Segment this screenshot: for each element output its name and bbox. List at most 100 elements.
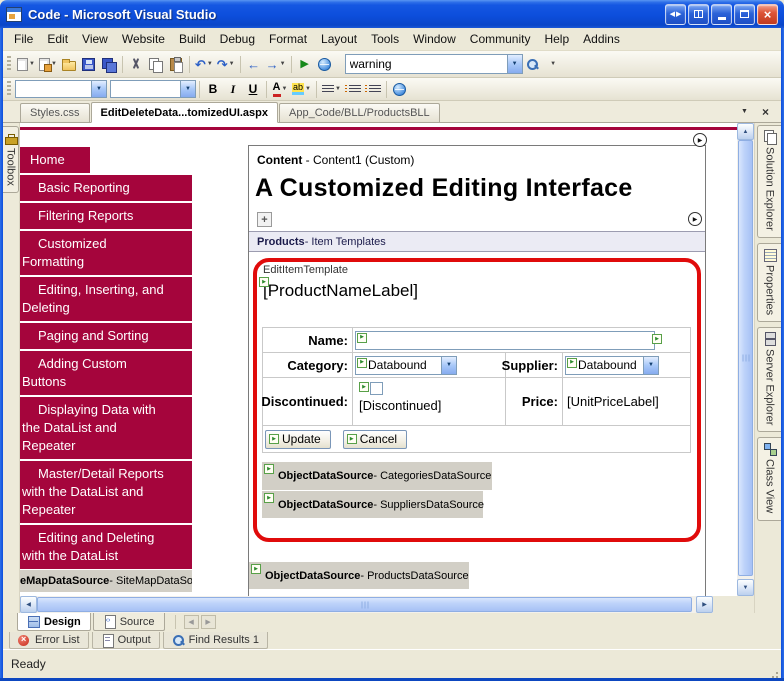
nav-item-editing-inserting-deleting[interactable]: Editing, Inserting, and Deleting	[20, 277, 192, 321]
category-dropdown[interactable]: Databound	[355, 356, 457, 375]
gridview-header-bar[interactable]: Products - Item Templates	[249, 231, 705, 252]
cut-button[interactable]	[126, 53, 146, 75]
window-layout-button[interactable]	[688, 4, 709, 25]
font-combo-input[interactable]	[111, 82, 180, 96]
undo-button[interactable]: ↶▼	[193, 53, 215, 75]
restore-button[interactable]	[734, 4, 755, 25]
minimize-button[interactable]	[711, 4, 732, 25]
nav-item-adding-custom-buttons[interactable]: Adding Custom Buttons	[20, 351, 192, 395]
sitemap-datasource-control[interactable]: eMapDataSource - SiteMapDataSource1	[20, 570, 192, 592]
find-results-tab[interactable]: Find Results 1	[163, 632, 268, 649]
dropdown-arrow-button[interactable]	[441, 357, 456, 374]
document-list-dropdown-button[interactable]: ▼	[737, 104, 752, 119]
tab-styles-css[interactable]: Styles.css	[20, 103, 90, 122]
navigate-backward-button[interactable]: ←	[244, 53, 264, 75]
nav-item-home[interactable]: Home	[20, 147, 90, 173]
nav-item-basic-reporting[interactable]: Basic Reporting	[20, 175, 192, 201]
combo-dropdown-button[interactable]	[507, 55, 522, 73]
redo-button[interactable]: ↷▼	[215, 53, 237, 75]
alignment-button[interactable]: ▼	[320, 78, 343, 100]
menu-item-layout[interactable]: Layout	[314, 29, 364, 49]
horizontal-scroll-thumb[interactable]	[37, 597, 692, 612]
paste-button[interactable]	[166, 53, 186, 75]
menu-item-format[interactable]: Format	[262, 29, 314, 49]
server-explorer-tab[interactable]: Server Explorer	[757, 327, 781, 432]
menu-item-edit[interactable]: Edit	[40, 29, 75, 49]
scroll-left-button[interactable]	[20, 596, 37, 613]
style-combo-input[interactable]	[16, 82, 91, 96]
solution-explorer-tab[interactable]: Solution Explorer	[757, 125, 781, 238]
content-smart-tag-button[interactable]	[693, 133, 707, 147]
underline-button[interactable]: U	[243, 78, 263, 100]
tag-nav-right-button[interactable]: ▶	[201, 615, 216, 629]
toolbar-overflow-button[interactable]: ▼	[543, 53, 563, 75]
tag-nav-left-button[interactable]: ◀	[184, 615, 199, 629]
vertical-scrollbar[interactable]	[737, 123, 754, 596]
design-view-tab[interactable]: Design	[17, 613, 91, 631]
hyperlink-button[interactable]	[390, 78, 410, 100]
scroll-right-button[interactable]	[696, 596, 713, 613]
highlight-button[interactable]: ab▼	[290, 78, 313, 100]
horizontal-scrollbar[interactable]	[20, 596, 713, 613]
bullet-list-button[interactable]	[343, 78, 363, 100]
tab-editdeletedatalist-aspx[interactable]: EditDeleteData...tomizedUI.aspx	[91, 102, 279, 123]
toolbar-grip[interactable]	[7, 81, 11, 97]
class-view-tab[interactable]: Class View	[757, 437, 781, 520]
scroll-up-button[interactable]	[737, 123, 754, 140]
products-datasource-control[interactable]: ObjectDataSource - ProductsDataSource	[249, 562, 469, 589]
nav-item-displaying-data[interactable]: Displaying Data with the DataList and Re…	[20, 397, 192, 459]
properties-tab[interactable]: Properties	[757, 243, 781, 322]
supplier-dropdown[interactable]: Databound	[565, 356, 659, 375]
product-name-label[interactable]: [ProductNameLabel]	[263, 281, 418, 301]
toolbox-tab[interactable]: Toolbox	[3, 126, 19, 193]
nav-item-master-detail[interactable]: Master/Detail Reports with the DataList …	[20, 461, 192, 523]
categories-datasource-control[interactable]: ObjectDataSource - CategoriesDataSource	[262, 462, 492, 490]
row-smart-glyph-icon[interactable]	[652, 334, 662, 344]
toolbar-grip[interactable]	[7, 56, 11, 72]
menu-item-view[interactable]: View	[75, 29, 115, 49]
bold-button[interactable]: B	[203, 78, 223, 100]
nav-pair-button[interactable]: ◀▶	[665, 4, 686, 25]
copy-button[interactable]	[146, 53, 166, 75]
dropdown-arrow-button[interactable]	[643, 357, 658, 374]
close-document-button[interactable]: ×	[758, 104, 773, 119]
style-combo[interactable]	[15, 80, 107, 98]
nav-item-paging-sorting[interactable]: Paging and Sorting	[20, 323, 192, 349]
add-new-item-button[interactable]: ▼	[37, 53, 59, 75]
menu-item-build[interactable]: Build	[172, 29, 213, 49]
numbered-list-button[interactable]	[363, 78, 383, 100]
nav-item-editing-deleting-datalist[interactable]: Editing and Deleting with the DataList	[20, 525, 192, 569]
menu-item-window[interactable]: Window	[406, 29, 463, 49]
output-tab[interactable]: Output	[92, 632, 160, 649]
navigate-forward-button[interactable]: →▼	[264, 53, 288, 75]
find-combo[interactable]	[345, 54, 523, 74]
error-list-tab[interactable]: Error List	[9, 632, 89, 649]
discontinued-checkbox[interactable]	[370, 382, 383, 395]
view-in-browser-button[interactable]	[315, 53, 335, 75]
menu-item-community[interactable]: Community	[463, 29, 538, 49]
start-debugging-button[interactable]: ▶	[295, 53, 315, 75]
menu-item-website[interactable]: Website	[115, 29, 172, 49]
menu-item-addins[interactable]: Addins	[576, 29, 627, 49]
update-button[interactable]: Update	[265, 430, 331, 449]
new-project-button[interactable]: ▼	[15, 53, 37, 75]
scroll-down-button[interactable]	[737, 579, 754, 596]
menu-item-tools[interactable]: Tools	[364, 29, 406, 49]
combo-dropdown-button[interactable]	[180, 81, 195, 97]
source-view-tab[interactable]: Source	[93, 613, 165, 631]
gridview-smart-tag-button[interactable]	[688, 212, 702, 226]
resize-grip[interactable]	[766, 662, 779, 675]
nav-item-customized-formatting[interactable]: Customized Formatting	[20, 231, 192, 275]
font-combo[interactable]	[110, 80, 196, 98]
font-color-button[interactable]: A▼	[270, 78, 290, 100]
combo-dropdown-button[interactable]	[91, 81, 106, 97]
menu-item-file[interactable]: File	[7, 29, 40, 49]
menu-item-help[interactable]: Help	[537, 29, 576, 49]
gridview-move-handle[interactable]	[257, 212, 272, 227]
design-surface[interactable]: Home Basic Reporting Filtering Reports C…	[20, 123, 737, 596]
cancel-button[interactable]: Cancel	[343, 430, 407, 449]
suppliers-datasource-control[interactable]: ObjectDataSource - SuppliersDataSource	[262, 491, 483, 518]
italic-button[interactable]: I	[223, 78, 243, 100]
save-all-button[interactable]	[99, 53, 119, 75]
unit-price-label[interactable]: [UnitPriceLabel]	[563, 394, 659, 409]
